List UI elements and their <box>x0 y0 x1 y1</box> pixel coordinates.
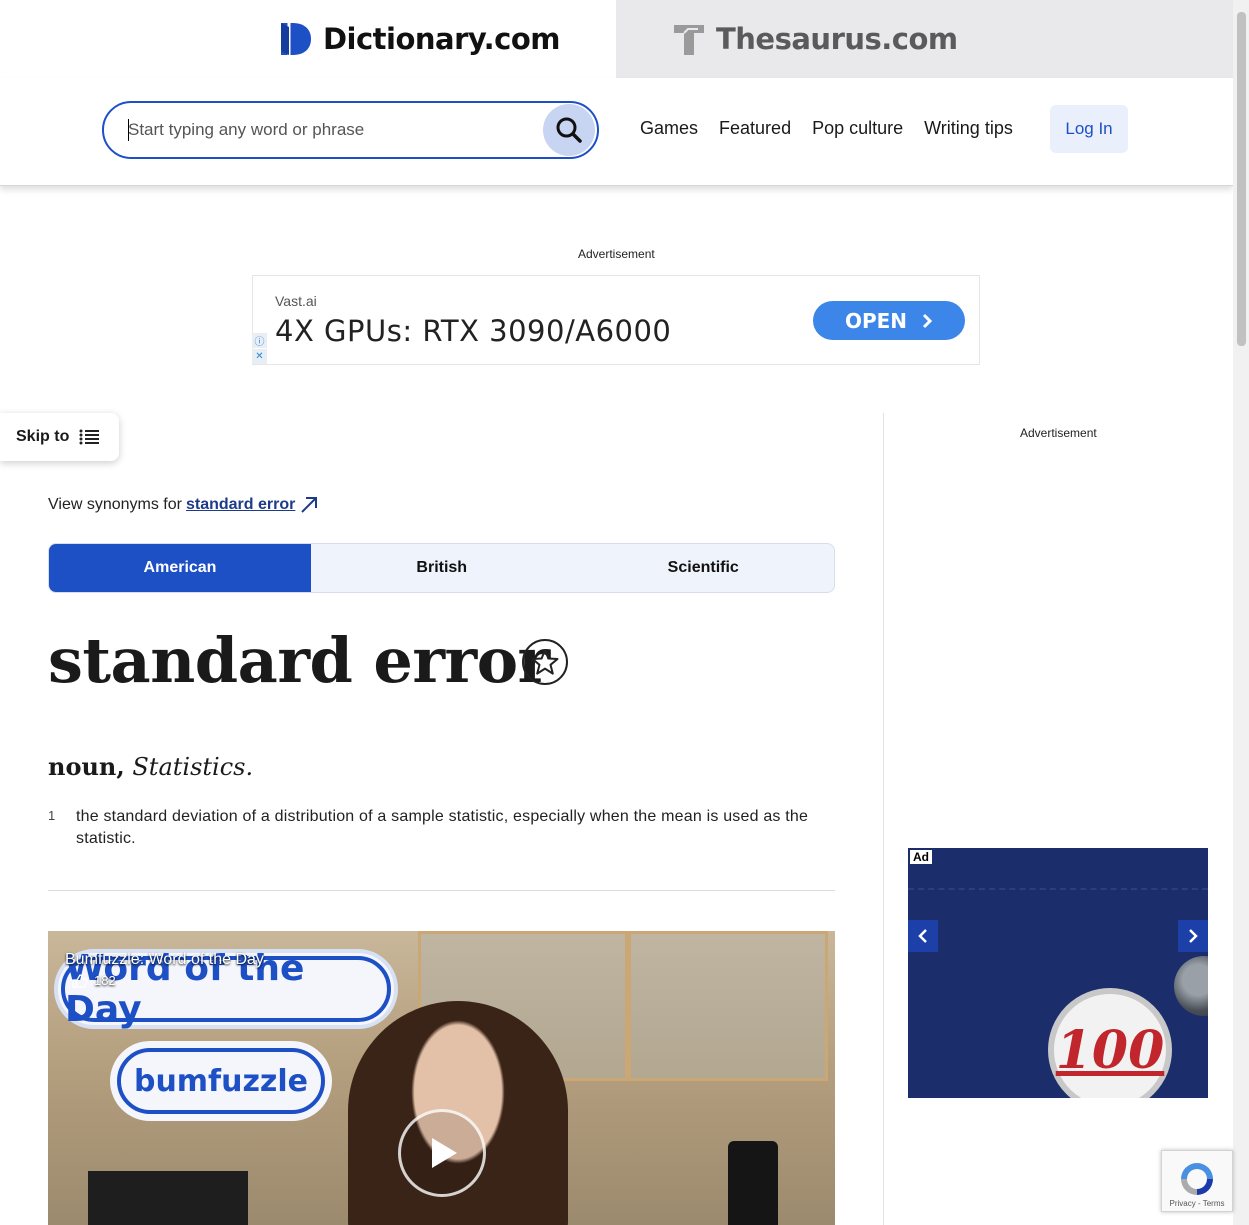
chevron-left-icon <box>918 929 927 943</box>
view-synonyms: View synonyms for standard error <box>48 495 319 515</box>
top-ad-banner[interactable]: Vast.ai 4X GPUs: RTX 3090/A6000 OPEN <box>252 275 980 365</box>
top-ad-label: Advertisement <box>578 247 655 261</box>
text-caret <box>128 119 129 141</box>
video-word-pill: bumfuzzle <box>110 1041 332 1121</box>
video-player[interactable]: Word of the Day bumfuzzle Bumfuzzle: Wor… <box>48 931 835 1225</box>
header: Games Featured Pop culture Writing tips … <box>0 78 1233 186</box>
ad-100-text: 100 <box>1055 1019 1165 1081</box>
definition-number: 1 <box>48 808 56 823</box>
dictionary-logo-icon <box>280 23 311 55</box>
ad-stitch-line <box>908 888 1208 890</box>
ad-close-icon[interactable]: ✕ <box>252 349 267 364</box>
section-divider <box>48 890 835 891</box>
dictionary-logo-text: Dictionary.com <box>322 22 561 56</box>
search-input[interactable] <box>128 117 528 143</box>
tab-american[interactable]: American <box>49 544 311 592</box>
dialect-tabs: American British Scientific <box>48 543 835 593</box>
nav-games[interactable]: Games <box>640 118 698 139</box>
thesaurus-logo[interactable]: Thesaurus.com <box>672 21 958 57</box>
field-label: Statistics. <box>132 753 254 781</box>
nav-writing-tips[interactable]: Writing tips <box>924 118 1013 139</box>
ad-headline[interactable]: 4X GPUs: RTX 3090/A6000 <box>275 314 671 348</box>
ad-prev-button[interactable] <box>908 920 938 952</box>
dictionary-tab[interactable]: Dictionary.com <box>0 0 616 78</box>
ad-tag: Ad <box>910 850 932 864</box>
skip-to-button[interactable]: Skip to <box>0 413 119 461</box>
recaptcha-terms[interactable]: Privacy - Terms <box>1170 1199 1225 1208</box>
ad-next-button[interactable] <box>1178 920 1208 952</box>
synonyms-link[interactable]: standard error <box>186 496 295 514</box>
part-of-speech: noun, Statistics. <box>48 752 253 781</box>
chevron-right-icon <box>922 313 933 328</box>
ad-100-badge: 100 <box>1048 988 1172 1098</box>
video-title[interactable]: Bumfuzzle: Word of the Day <box>65 951 264 969</box>
arrow-up-right-icon[interactable] <box>299 495 319 515</box>
search-button[interactable] <box>543 104 595 156</box>
favorite-button[interactable] <box>522 639 568 685</box>
scrollbar-thumb[interactable] <box>1237 12 1246 346</box>
thesaurus-tab[interactable]: Thesaurus.com <box>616 0 1233 78</box>
entry-word: standard error <box>48 624 550 697</box>
pos-label: noun, <box>48 752 125 781</box>
site-tabs: Dictionary.com Thesaurus.com <box>0 0 1233 78</box>
tab-british[interactable]: British <box>311 544 573 592</box>
list-icon <box>79 429 100 445</box>
search-icon <box>556 117 582 143</box>
skip-to-label: Skip to <box>16 428 70 445</box>
recaptcha-icon <box>1181 1163 1213 1195</box>
video-microwave <box>88 1171 248 1225</box>
thumbs-up-icon <box>72 973 88 988</box>
side-ad-banner[interactable]: Ad 100 <box>908 848 1208 1098</box>
tab-scientific[interactable]: Scientific <box>573 544 835 592</box>
ad-button-graphic <box>1174 956 1208 1016</box>
play-icon <box>432 1138 457 1168</box>
side-ad-label: Advertisement <box>1020 426 1097 440</box>
view-synonyms-prefix: View synonyms for <box>48 496 182 513</box>
play-button[interactable] <box>398 1109 486 1197</box>
page-scrollbar[interactable] <box>1233 0 1249 1225</box>
video-word-text: bumfuzzle <box>117 1048 325 1114</box>
nav-pop-culture[interactable]: Pop culture <box>812 118 903 139</box>
thesaurus-logo-icon <box>674 25 704 55</box>
dictionary-logo[interactable]: Dictionary.com <box>279 21 561 57</box>
ad-open-label: OPEN <box>844 308 908 333</box>
ad-open-button[interactable]: OPEN <box>813 301 965 340</box>
chevron-right-icon <box>1189 929 1198 943</box>
nav-featured[interactable]: Featured <box>719 118 791 139</box>
main-nav: Games Featured Pop culture Writing tips <box>640 118 1013 139</box>
video-cabinet-right <box>628 931 828 1081</box>
ad-brand: Vast.ai <box>275 293 317 309</box>
video-likes-count: 182 <box>94 973 116 988</box>
sidebar-divider <box>883 413 884 1225</box>
video-likes[interactable]: 182 <box>72 973 116 988</box>
star-icon <box>531 649 559 675</box>
recaptcha-badge[interactable]: Privacy - Terms <box>1161 1150 1233 1212</box>
adchoices-info-icon[interactable]: ⓘ <box>252 333 267 348</box>
search-box[interactable] <box>102 101 599 159</box>
login-button[interactable]: Log In <box>1050 105 1128 153</box>
video-coffee-maker <box>728 1141 778 1225</box>
definition-text: the standard deviation of a distribution… <box>76 808 809 847</box>
thesaurus-logo-text: Thesaurus.com <box>716 22 958 56</box>
